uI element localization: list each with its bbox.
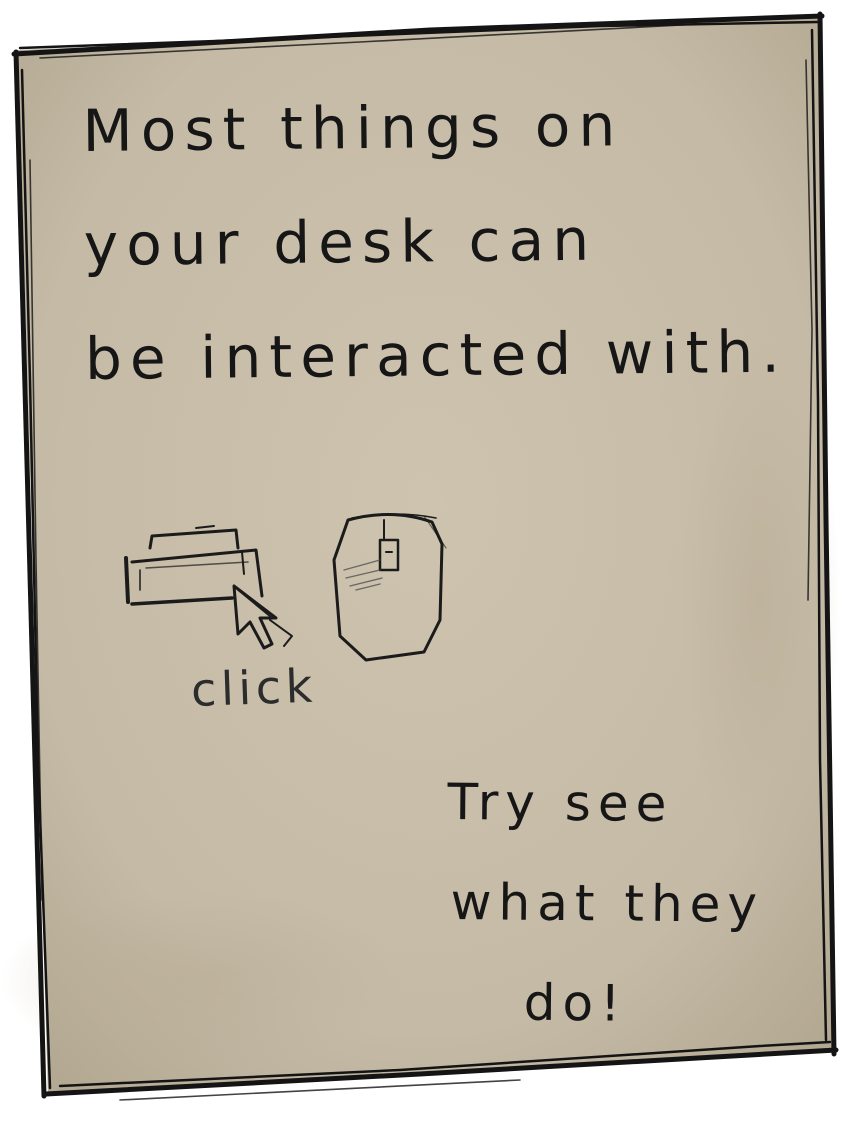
click-caption: click xyxy=(190,658,318,717)
tutorial-note-screen: Most things on your desk can be interact… xyxy=(0,0,850,1128)
paper-smudge xyxy=(0,890,400,1070)
tutorial-outro: Try see what they do! xyxy=(445,752,765,1055)
outro-line: Try see xyxy=(447,772,674,833)
outro-line: do! xyxy=(523,973,628,1033)
outro-line: what they xyxy=(450,873,765,934)
headline-line: be interacted with. xyxy=(84,317,789,393)
tutorial-headline: Most things on your desk can be interact… xyxy=(82,67,789,416)
headline-line: your desk can xyxy=(83,205,598,279)
headline-line: Most things on xyxy=(82,91,624,165)
